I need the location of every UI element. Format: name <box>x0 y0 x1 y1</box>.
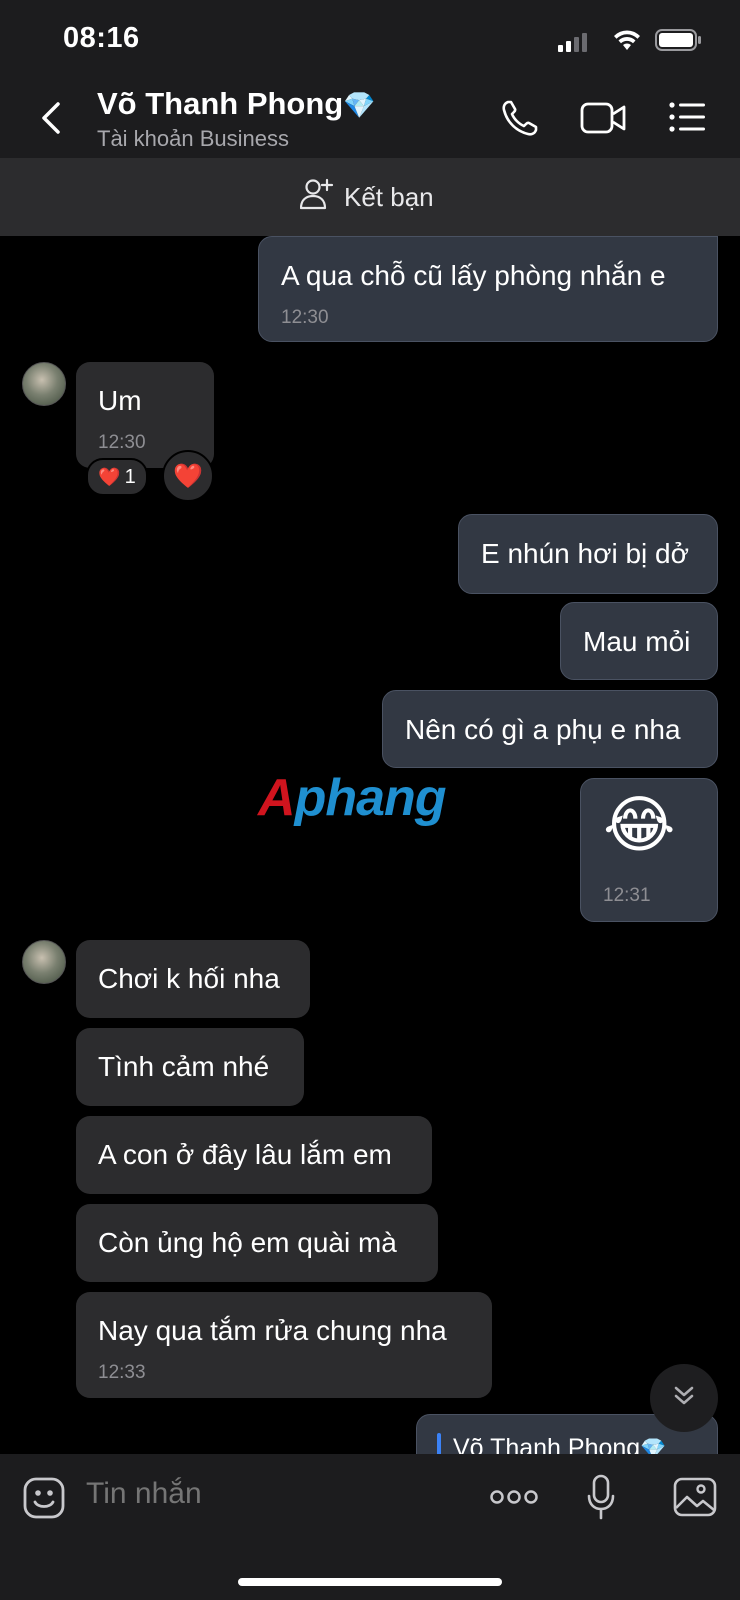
back-icon[interactable] <box>36 98 66 138</box>
message-text: Còn ủng hộ em quài mà <box>98 1227 397 1258</box>
watermark-letter: A <box>258 769 296 827</box>
add-friend-icon <box>299 178 334 217</box>
diamond-badge: 💎 <box>343 90 376 120</box>
message-bubble-incoming[interactable]: A con ở đây lâu lắm em <box>76 1116 432 1194</box>
add-friend-button[interactable]: Kết bạn <box>299 178 434 217</box>
image-gallery-icon[interactable] <box>672 1476 718 1523</box>
contact-name[interactable]: Võ Thanh Phong💎 <box>97 86 376 122</box>
message-bubble-incoming[interactable]: Chơi k hối nha <box>76 940 310 1018</box>
message-text: Mau mỏi <box>583 626 691 657</box>
message-text: Tình cảm nhé <box>98 1051 270 1082</box>
message-time: 12:30 <box>281 307 329 328</box>
status-time: 08:16 <box>63 22 140 54</box>
message-bubble-outgoing[interactable]: 😂 12:31 <box>580 778 718 922</box>
message-text: Um <box>98 385 142 416</box>
home-indicator <box>238 1578 502 1586</box>
account-type: Tài khoản Business <box>97 126 289 151</box>
scroll-to-bottom-button[interactable] <box>650 1364 718 1432</box>
heart-icon: ❤️ <box>173 462 203 490</box>
message-bubble-outgoing[interactable]: Mau mỏi <box>560 602 718 680</box>
message-time: 12:33 <box>98 1362 146 1383</box>
message-input[interactable] <box>84 1476 458 1512</box>
message-bubble-incoming[interactable]: Nay qua tắm rửa chung nha 12:33 <box>76 1292 492 1398</box>
signal-icon <box>558 32 592 52</box>
chevron-double-down-icon <box>671 1383 697 1414</box>
options-menu-icon[interactable] <box>668 100 706 139</box>
laughing-emoji: 😂 <box>603 791 676 860</box>
heart-icon: ❤️ <box>98 466 121 487</box>
contact-avatar[interactable] <box>22 362 66 406</box>
message-text: Nay qua tắm rửa chung nha <box>98 1315 447 1346</box>
message-bubble-incoming[interactable]: Còn ủng hộ em quài mà <box>76 1204 438 1282</box>
message-bubble-outgoing[interactable]: A qua chỗ cũ lấy phòng nhắn e 12:30 <box>258 236 718 342</box>
sticker-icon[interactable] <box>22 1476 66 1525</box>
watermark-text: phang <box>294 769 447 827</box>
microphone-icon[interactable] <box>586 1474 616 1527</box>
message-bubble-outgoing[interactable]: Nên có gì a phụ e nha <box>382 690 718 768</box>
message-text: E nhún hơi bị dở <box>481 538 689 569</box>
reaction-count: 1 <box>124 465 136 488</box>
watermark-logo: Aphang <box>258 768 447 828</box>
phone-call-icon[interactable] <box>500 98 540 143</box>
message-bubble-outgoing[interactable]: E nhún hơi bị dở <box>458 514 718 594</box>
message-text: Nên có gì a phụ e nha <box>405 714 681 745</box>
message-text: A con ở đây lâu lắm em <box>98 1139 392 1170</box>
message-text: Chơi k hối nha <box>98 963 280 994</box>
contact-name-text: Võ Thanh Phong <box>97 86 344 121</box>
wifi-icon <box>612 28 642 57</box>
react-button[interactable]: ❤️ <box>162 450 214 502</box>
video-call-icon[interactable] <box>580 100 626 141</box>
add-friend-label: Kết bạn <box>344 182 434 212</box>
message-time: 12:30 <box>98 432 146 453</box>
message-text: A qua chỗ cũ lấy phòng nhắn e <box>281 260 666 291</box>
contact-avatar[interactable] <box>22 940 66 984</box>
message-bubble-incoming[interactable]: Tình cảm nhé <box>76 1028 304 1106</box>
battery-icon <box>655 28 703 57</box>
more-options-icon[interactable] <box>490 1486 538 1513</box>
reaction-summary[interactable]: ❤️ 1 <box>86 458 148 496</box>
message-time: 12:31 <box>603 885 651 906</box>
